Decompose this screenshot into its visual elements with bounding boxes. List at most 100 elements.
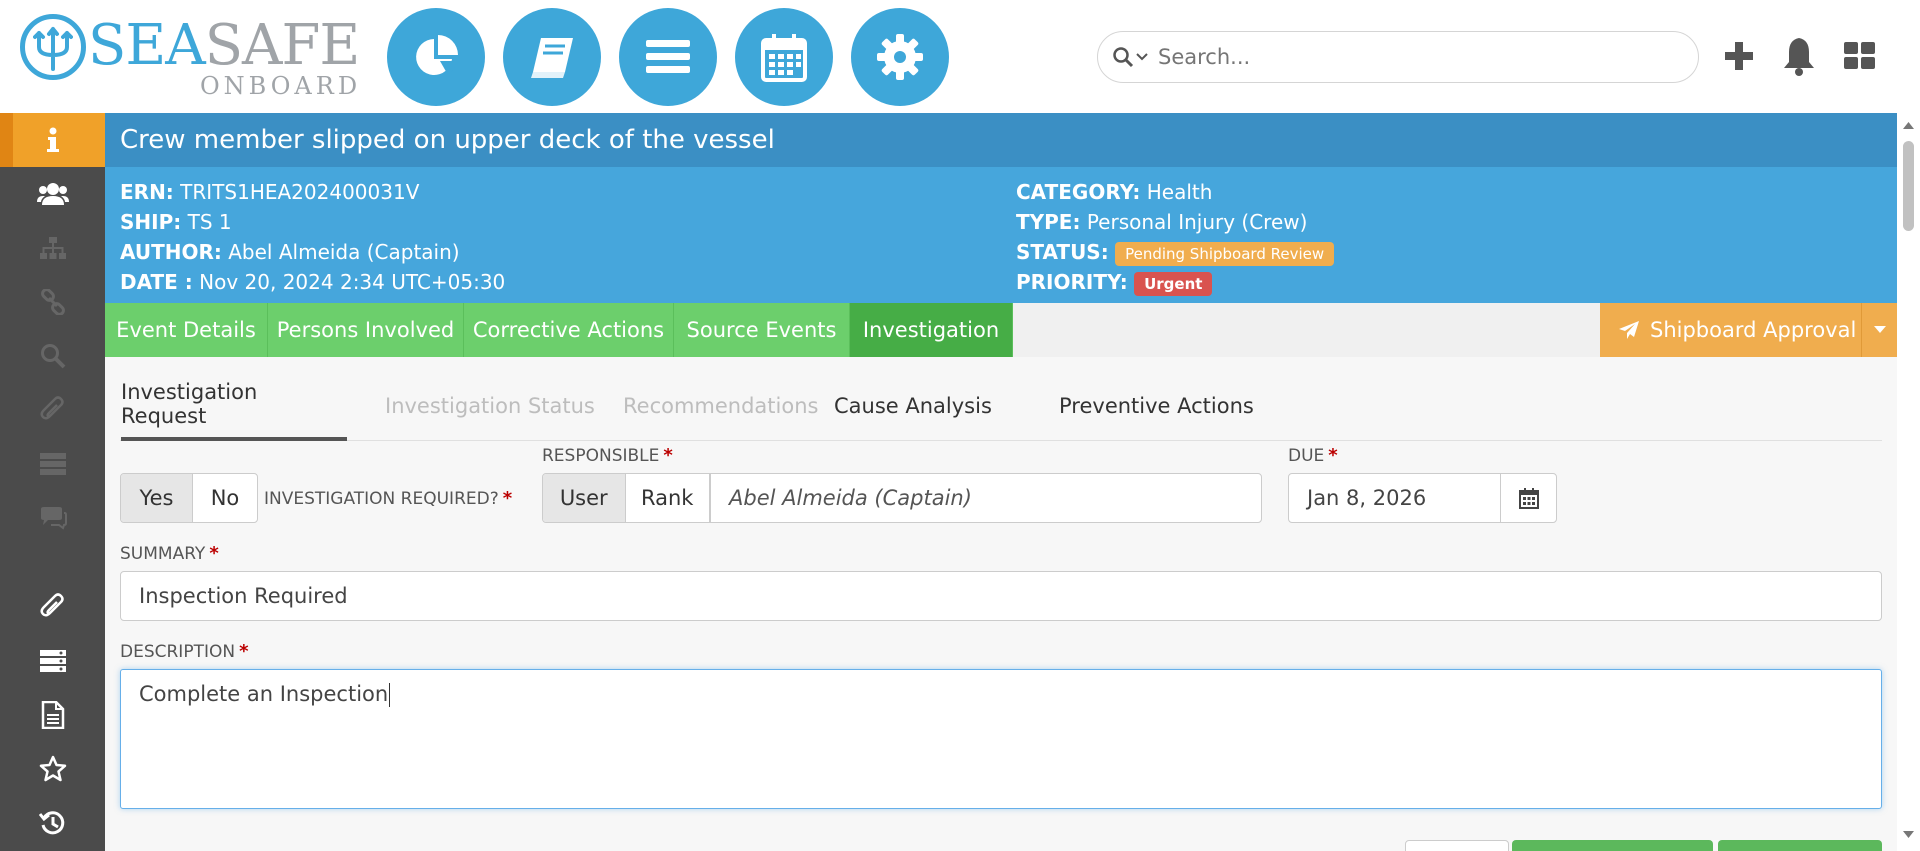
due-date-picker-button[interactable] xyxy=(1500,473,1557,523)
date-label: DATE : xyxy=(120,270,193,294)
sidebar-item-links[interactable] xyxy=(0,275,105,329)
sidebar-item-attachments[interactable] xyxy=(0,383,105,437)
scrollbar-thumb[interactable] xyxy=(1903,141,1914,231)
server-icon xyxy=(39,453,66,475)
calendar-nav-button[interactable] xyxy=(735,8,833,106)
event-title: Crew member slipped on upper deck of the… xyxy=(120,125,775,155)
summary-input[interactable]: Inspection Required xyxy=(120,571,1882,621)
user-button[interactable]: User xyxy=(543,474,626,522)
author-label: AUTHOR: xyxy=(120,240,222,264)
logo-sea: SEA xyxy=(88,13,206,78)
required-marker: * xyxy=(1328,445,1338,466)
investigation-required-toggle: Yes No xyxy=(120,473,258,523)
calendar-icon xyxy=(1518,488,1539,509)
settings-nav-button[interactable] xyxy=(851,8,949,106)
responsible-label: RESPONSIBLE * xyxy=(542,445,673,466)
tab-investigation[interactable]: Investigation xyxy=(850,303,1013,357)
responsible-input[interactable]: Abel Almeida (Captain) xyxy=(710,473,1262,523)
subtab-preventive-actions[interactable]: Preventive Actions xyxy=(1059,371,1254,441)
logo-onboard: ONBOARD xyxy=(200,72,362,100)
sidebar-item-comments[interactable] xyxy=(0,491,105,545)
dashboard-nav-button[interactable] xyxy=(387,8,485,106)
manual-nav-button[interactable] xyxy=(503,8,601,106)
sidebar-item-files[interactable] xyxy=(0,580,105,634)
book-icon xyxy=(531,38,573,78)
category-label: CATEGORY: xyxy=(1016,180,1141,204)
sidebar-item-records[interactable] xyxy=(0,437,105,491)
save-button[interactable] xyxy=(1512,840,1713,851)
event-tabs: Event Details Persons Involved Correctiv… xyxy=(105,303,1897,357)
priority-badge: Urgent xyxy=(1134,272,1213,296)
sidebar xyxy=(0,113,105,851)
ship-value: TS 1 xyxy=(187,210,232,234)
tab-event-details[interactable]: Event Details xyxy=(105,303,268,357)
sidebar-item-info[interactable] xyxy=(0,113,105,167)
sidebar-item-search[interactable] xyxy=(0,329,105,383)
approval-dropdown-toggle[interactable] xyxy=(1862,303,1897,357)
due-label: DUE * xyxy=(1288,445,1338,466)
status-badge: Pending Shipboard Review xyxy=(1115,242,1335,266)
ship-label: SHIP: xyxy=(120,210,182,234)
plus-icon[interactable] xyxy=(1723,34,1755,78)
yes-button[interactable]: Yes xyxy=(121,474,193,522)
author-value: Abel Almeida (Captain) xyxy=(228,240,460,264)
calendar-icon xyxy=(761,34,807,82)
tab-corrective-actions[interactable]: Corrective Actions xyxy=(464,303,674,357)
tab-persons-involved[interactable]: Persons Involved xyxy=(268,303,464,357)
scroll-up-icon[interactable] xyxy=(1903,121,1914,129)
submit-button[interactable] xyxy=(1718,840,1882,851)
list-nav-button[interactable] xyxy=(619,8,717,106)
type-value: Personal Injury (Crew) xyxy=(1086,210,1308,234)
active-indicator xyxy=(0,113,13,167)
scroll-down-icon[interactable] xyxy=(1903,831,1914,839)
paperclip-icon xyxy=(39,396,64,420)
summary-label: SUMMARY * xyxy=(120,543,219,564)
description-text: DESCRIPTION xyxy=(120,642,236,662)
status-label: STATUS: xyxy=(1016,240,1109,264)
subtab-investigation-status[interactable]: Investigation Status xyxy=(385,371,595,441)
description-textarea[interactable]: Complete an Inspection xyxy=(120,669,1882,809)
sidebar-item-logs[interactable] xyxy=(0,634,105,688)
main-content: Crew member slipped on upper deck of the… xyxy=(105,113,1897,851)
subtab-cause-analysis[interactable]: Cause Analysis xyxy=(834,371,992,441)
subtab-recommendations[interactable]: Recommendations xyxy=(623,371,818,441)
shipboard-approval-button[interactable]: Shipboard Approval xyxy=(1600,303,1862,357)
tab-source-events[interactable]: Source Events xyxy=(674,303,850,357)
caret-down-icon xyxy=(1873,326,1886,333)
no-button[interactable]: No xyxy=(193,474,257,522)
ern-line: ERN: TRITS1HEA202400031V xyxy=(120,180,419,204)
cancel-button[interactable] xyxy=(1405,840,1509,851)
search-input[interactable] xyxy=(1158,45,1678,69)
priority-line: PRIORITY: Urgent xyxy=(1016,270,1213,296)
chevron-down-icon[interactable] xyxy=(1136,52,1148,62)
page-scrollbar[interactable] xyxy=(1897,113,1920,851)
sidebar-item-favorite[interactable] xyxy=(0,742,105,796)
date-line: DATE : Nov 20, 2024 2:34 UTC+05:30 xyxy=(120,270,505,294)
grid-icon[interactable] xyxy=(1842,34,1878,78)
due-date-input[interactable]: Jan 8, 2026 xyxy=(1288,473,1501,523)
sidebar-item-organization[interactable] xyxy=(0,221,105,275)
subtab-investigation-request[interactable]: Investigation Request xyxy=(121,371,347,441)
type-line: TYPE: Personal Injury (Crew) xyxy=(1016,210,1307,234)
category-value: Health xyxy=(1146,180,1213,204)
summary-text: SUMMARY xyxy=(120,544,206,564)
sidebar-item-persons[interactable] xyxy=(0,167,105,221)
sitemap-icon xyxy=(39,237,66,259)
server-icon xyxy=(39,650,66,672)
rank-button[interactable]: Rank xyxy=(626,474,710,522)
investigation-subtabs: Investigation Request Investigation Stat… xyxy=(120,371,1882,441)
required-marker: * xyxy=(663,445,673,466)
sidebar-item-report[interactable] xyxy=(0,688,105,742)
bell-icon[interactable] xyxy=(1781,34,1817,78)
required-marker: * xyxy=(209,543,219,564)
type-label: TYPE: xyxy=(1016,210,1081,234)
top-bar: SEASAFE ONBOARD xyxy=(0,0,1920,113)
seasafe-logo[interactable]: SEASAFE ONBOARD xyxy=(20,10,360,100)
global-search[interactable] xyxy=(1097,31,1699,83)
investigation-required-label: INVESTIGATION REQUIRED? * xyxy=(264,488,512,509)
sidebar-item-history[interactable] xyxy=(0,796,105,850)
date-value: Nov 20, 2024 2:34 UTC+05:30 xyxy=(199,270,506,294)
event-info-panel: ERN: TRITS1HEA202400031V SHIP: TS 1 AUTH… xyxy=(105,167,1897,303)
responsible-type-toggle: User Rank xyxy=(542,473,710,523)
due-text: DUE xyxy=(1288,446,1325,466)
